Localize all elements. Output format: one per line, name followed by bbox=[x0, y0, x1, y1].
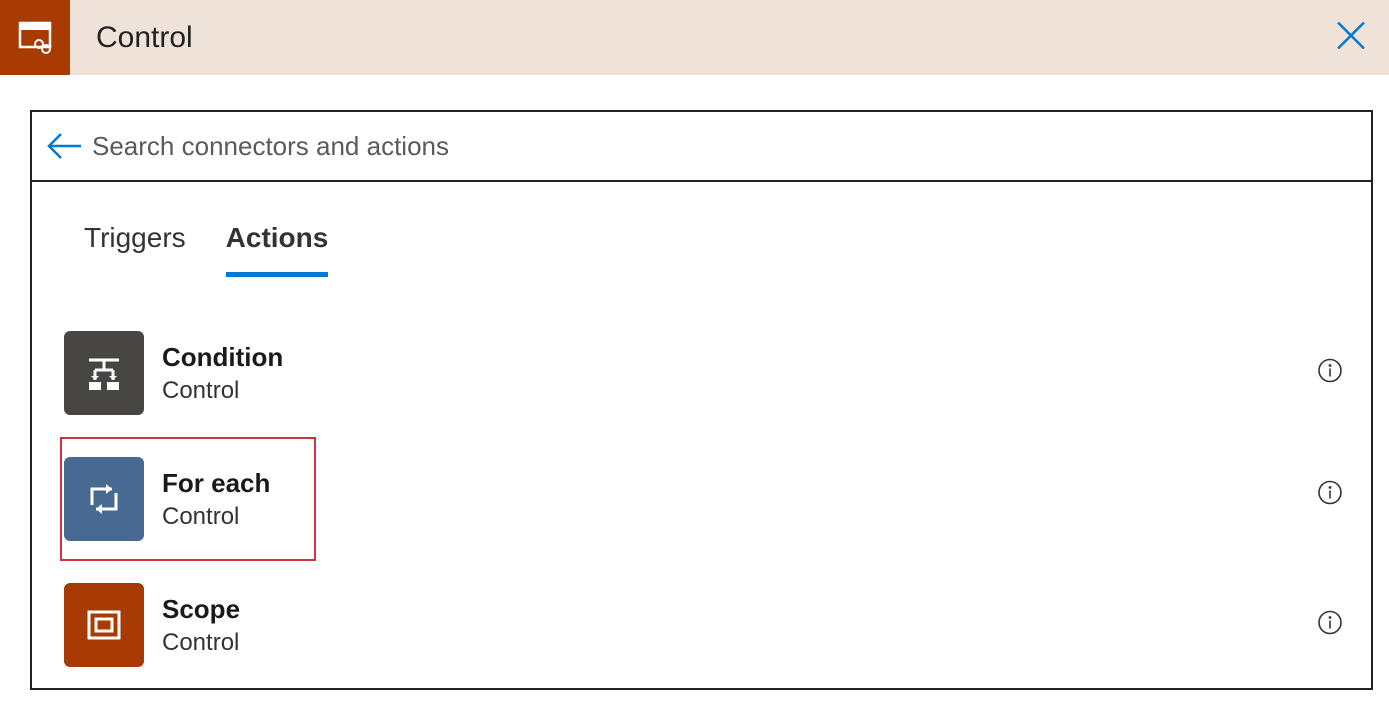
condition-icon bbox=[64, 331, 144, 415]
for-each-icon bbox=[64, 457, 144, 541]
info-icon[interactable] bbox=[1317, 358, 1343, 389]
action-item-condition[interactable]: Condition Control bbox=[60, 317, 1351, 429]
header-title: Control bbox=[96, 21, 193, 55]
action-sub: Control bbox=[162, 629, 240, 657]
info-icon[interactable] bbox=[1317, 610, 1343, 641]
tab-triggers[interactable]: Triggers bbox=[84, 222, 186, 277]
action-item-for-each[interactable]: For each Control bbox=[60, 437, 316, 561]
header: Control bbox=[0, 0, 1389, 75]
scope-icon bbox=[64, 583, 144, 667]
action-text: Scope Control bbox=[162, 594, 240, 657]
action-sub: Control bbox=[162, 503, 270, 531]
close-button[interactable] bbox=[1333, 17, 1369, 58]
action-text: For each Control bbox=[162, 468, 270, 531]
back-arrow-button[interactable] bbox=[44, 130, 84, 162]
info-icon[interactable] bbox=[1317, 480, 1343, 511]
search-input[interactable] bbox=[84, 131, 1359, 162]
action-list: Condition Control bbox=[32, 277, 1371, 681]
action-sub: Control bbox=[162, 377, 283, 405]
control-connector-icon bbox=[0, 0, 70, 75]
action-text: Condition Control bbox=[162, 342, 283, 405]
main-card: Triggers Actions Condition bbox=[30, 110, 1373, 690]
action-title: For each bbox=[162, 468, 270, 499]
tab-actions[interactable]: Actions bbox=[226, 222, 329, 277]
tabs: Triggers Actions bbox=[32, 182, 1371, 277]
action-item-scope[interactable]: Scope Control bbox=[60, 569, 1351, 681]
action-title: Scope bbox=[162, 594, 240, 625]
search-row bbox=[32, 112, 1371, 182]
action-title: Condition bbox=[162, 342, 283, 373]
